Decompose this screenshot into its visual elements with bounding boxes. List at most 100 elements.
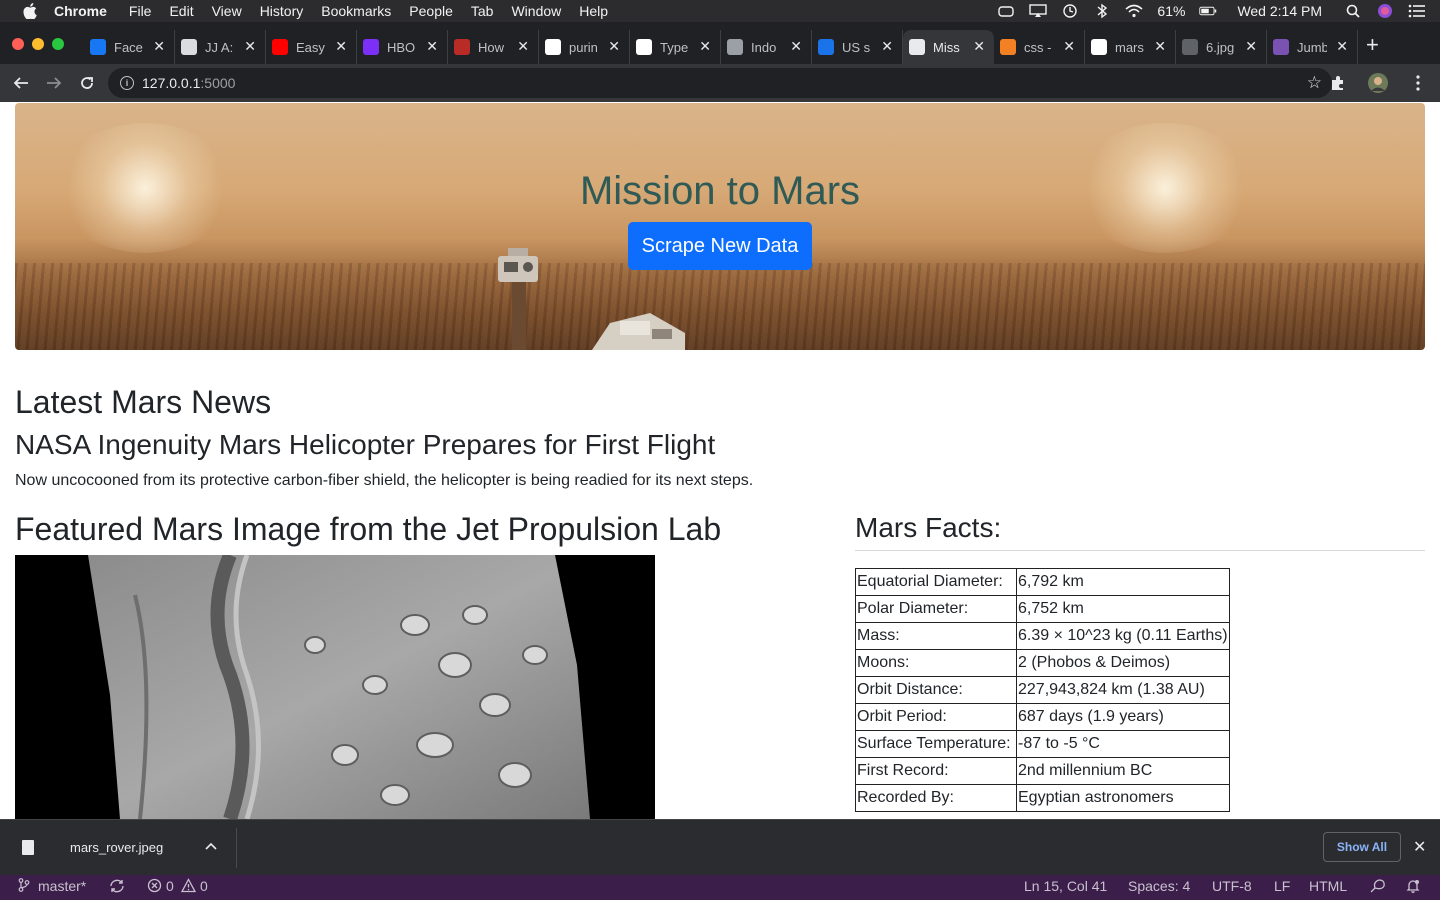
siri-icon[interactable] <box>1376 3 1394 19</box>
browser-tab[interactable]: mars ✕ <box>1085 30 1176 64</box>
browser-tab[interactable]: JJ A: ✕ <box>175 30 266 64</box>
notification-center-icon[interactable] <box>1408 3 1426 19</box>
browser-tab[interactable]: Face ✕ <box>84 30 175 64</box>
bookmark-star-icon[interactable]: ☆ <box>1307 73 1322 93</box>
tab-title: Jumb <box>1297 39 1327 55</box>
language-mode[interactable]: HTML <box>1309 878 1347 894</box>
close-tab-icon[interactable]: ✕ <box>608 38 620 55</box>
menu-edit[interactable]: Edit <box>169 3 193 19</box>
menu-app-chrome[interactable]: Chrome <box>54 3 107 19</box>
globe-icon <box>1182 39 1198 55</box>
warning-icon[interactable] <box>180 878 197 896</box>
fact-label: Equatorial Diameter: <box>855 568 1017 596</box>
new-tab-button[interactable]: + <box>1366 34 1379 56</box>
menu-history[interactable]: History <box>260 3 304 19</box>
notifications-bell-icon[interactable] <box>1405 878 1421 897</box>
close-tab-icon[interactable]: ✕ <box>244 38 256 55</box>
browser-tab[interactable]: Easy ✕ <box>266 30 357 64</box>
site-info-icon[interactable]: i <box>120 76 134 90</box>
toolbar-actions <box>1326 71 1430 95</box>
browser-tab[interactable]: css - ✕ <box>994 30 1085 64</box>
close-tab-icon[interactable]: ✕ <box>973 38 985 55</box>
profile-avatar[interactable] <box>1366 71 1390 95</box>
menu-bookmarks[interactable]: Bookmarks <box>321 3 391 19</box>
indentation[interactable]: Spaces: 4 <box>1128 878 1190 894</box>
browser-tab[interactable]: HBO ✕ <box>357 30 448 64</box>
line-ending[interactable]: LF <box>1274 878 1290 894</box>
browser-tab[interactable]: Miss ✕ <box>903 30 994 64</box>
close-tab-icon[interactable]: ✕ <box>426 38 438 55</box>
spotlight-search-icon[interactable] <box>1344 3 1362 19</box>
file-encoding[interactable]: UTF-8 <box>1212 878 1252 894</box>
browser-tab[interactable]: Type ✕ <box>630 30 721 64</box>
close-icon[interactable]: ✕ <box>1413 837 1426 857</box>
close-tab-icon[interactable]: ✕ <box>881 38 893 55</box>
close-tab-icon[interactable]: ✕ <box>1063 38 1075 55</box>
tab-title: mars <box>1115 39 1144 55</box>
browser-tab[interactable]: US s ✕ <box>812 30 903 64</box>
airplay-icon[interactable] <box>1029 3 1048 19</box>
browser-tab[interactable]: How ✕ <box>448 30 539 64</box>
mars-jumbotron: Mission to Mars Scrape New Data <box>15 103 1425 350</box>
menu-view[interactable]: View <box>212 3 242 19</box>
wifi-icon[interactable] <box>1125 3 1143 19</box>
fact-label: Surface Temperature: <box>855 730 1017 758</box>
fact-value: 227,943,824 km (1.38 AU) <box>1016 676 1230 704</box>
menu-help[interactable]: Help <box>579 3 608 19</box>
youtube-icon <box>272 39 288 55</box>
git-branch-label[interactable]: master* <box>38 878 86 894</box>
close-tab-icon[interactable]: ✕ <box>153 38 165 55</box>
apple-icon[interactable] <box>20 3 40 19</box>
reload-icon[interactable] <box>75 71 99 95</box>
feedback-icon[interactable] <box>1369 878 1387 897</box>
forward-arrow-icon[interactable] <box>42 71 66 95</box>
battery-icon[interactable] <box>1199 3 1217 19</box>
fact-label: Polar Diameter: <box>855 595 1017 623</box>
browser-tab[interactable]: Indo ✕ <box>721 30 812 64</box>
error-icon[interactable] <box>147 878 162 896</box>
close-tab-icon[interactable]: ✕ <box>335 38 347 55</box>
sync-icon[interactable] <box>108 878 126 897</box>
cursor-position[interactable]: Ln 15, Col 41 <box>1024 878 1107 894</box>
fact-value: 2nd millennium BC <box>1016 757 1230 785</box>
error-count[interactable]: 0 <box>166 878 174 894</box>
close-tab-icon[interactable]: ✕ <box>790 38 802 55</box>
close-tab-icon[interactable]: ✕ <box>517 38 529 55</box>
chrome-menu-icon[interactable] <box>1406 71 1430 95</box>
extensions-puzzle-icon[interactable] <box>1326 71 1350 95</box>
time-machine-icon[interactable] <box>1061 3 1079 19</box>
cloud-icon[interactable] <box>997 3 1015 19</box>
close-window-button[interactable] <box>12 38 24 50</box>
editor-status-bar: master* 0 0 Ln 15, Col 41 Spaces: 4 UTF-… <box>0 875 1440 900</box>
show-all-downloads-button[interactable]: Show All <box>1323 832 1401 862</box>
warning-count[interactable]: 0 <box>200 878 208 894</box>
git-branch-icon[interactable] <box>18 878 30 895</box>
browser-tab[interactable]: 6.jpg ✕ <box>1176 30 1267 64</box>
menu-window[interactable]: Window <box>511 3 561 19</box>
close-tab-icon[interactable]: ✕ <box>699 38 711 55</box>
menu-people[interactable]: People <box>409 3 453 19</box>
browser-tab[interactable]: Jumb ✕ <box>1267 30 1358 64</box>
menu-file[interactable]: File <box>129 3 152 19</box>
bluetooth-icon[interactable] <box>1093 3 1111 19</box>
menu-tab[interactable]: Tab <box>471 3 494 19</box>
table-row: Recorded By: Egyptian astronomers <box>855 784 1230 812</box>
chevron-up-icon[interactable] <box>205 838 217 853</box>
download-filename[interactable]: mars_rover.jpeg <box>70 840 163 855</box>
browser-tab[interactable]: purin ✕ <box>539 30 630 64</box>
close-tab-icon[interactable]: ✕ <box>1336 38 1348 55</box>
tab-title: HBO <box>387 39 416 55</box>
download-item[interactable]: mars_rover.jpeg <box>0 828 237 868</box>
back-arrow-icon[interactable] <box>9 71 33 95</box>
close-tab-icon[interactable]: ✕ <box>1245 38 1257 55</box>
download-shelf: mars_rover.jpeg Show All ✕ <box>0 819 1440 875</box>
address-bar[interactable]: i 127.0.0.1:5000 ☆ <box>108 68 1332 98</box>
fact-value: 6,752 km <box>1016 595 1230 623</box>
zoom-window-button[interactable] <box>52 38 64 50</box>
loading-icon <box>727 39 743 55</box>
news-paragraph: Now uncocooned from its protective carbo… <box>15 472 754 489</box>
minimize-window-button[interactable] <box>32 38 44 50</box>
menubar-clock[interactable]: Wed 2:14 PM <box>1237 3 1322 19</box>
close-tab-icon[interactable]: ✕ <box>1154 38 1166 55</box>
scrape-new-data-button[interactable]: Scrape New Data <box>628 222 812 270</box>
